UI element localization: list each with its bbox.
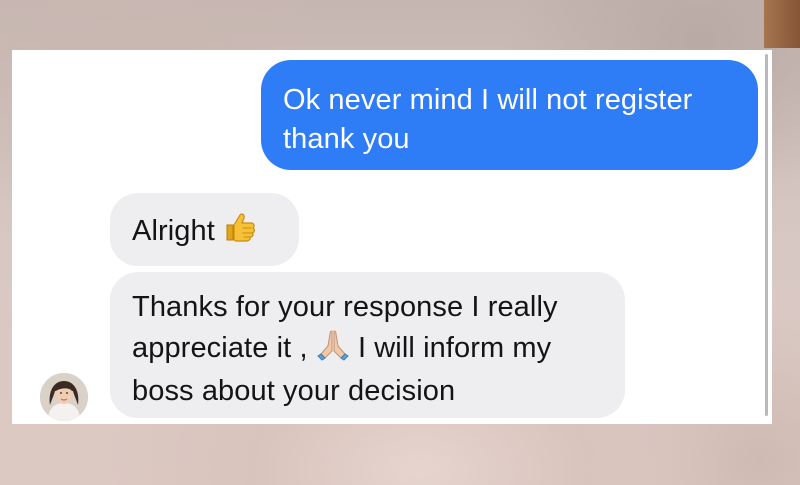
folded-hands-icon: [316, 327, 350, 372]
contact-avatar[interactable]: [40, 373, 88, 421]
received-message-bubble-alright[interactable]: Alright: [110, 193, 299, 266]
received-message-text: Alright: [132, 215, 215, 247]
thumbs-up-icon: [223, 210, 257, 255]
sent-message-bubble[interactable]: Ok never mind I will not register thank …: [261, 60, 758, 170]
chat-panel: Ok never mind I will not register thank …: [12, 50, 772, 424]
scrollbar[interactable]: [765, 54, 768, 416]
sent-message-text: Ok never mind I will not register thank …: [283, 84, 693, 155]
received-message-bubble-thanks[interactable]: Thanks for your response I really apprec…: [110, 272, 625, 418]
background-photo-detail: [764, 0, 800, 48]
